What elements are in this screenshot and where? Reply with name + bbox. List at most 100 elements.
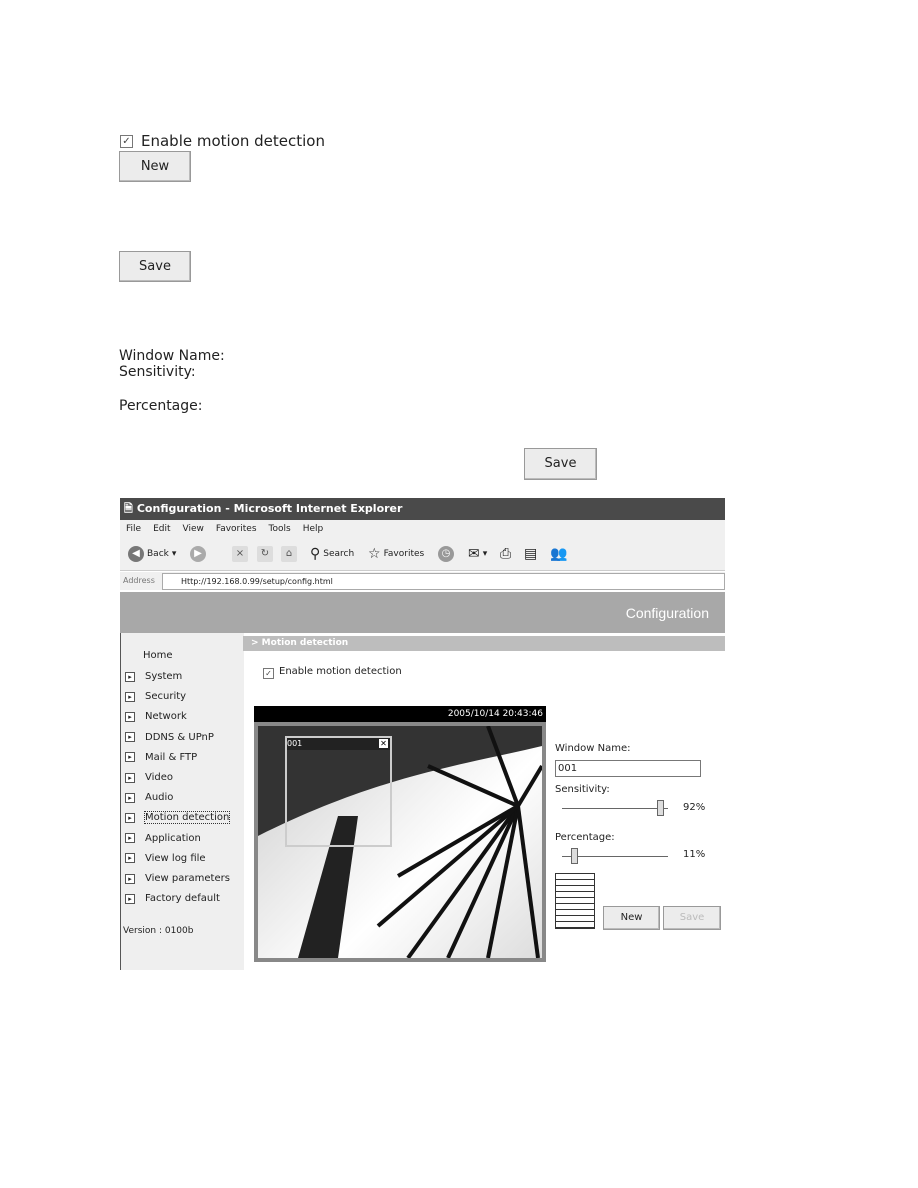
- arrow-icon: ▸: [125, 833, 135, 844]
- people-icon: 👥: [550, 546, 568, 562]
- save-window-button-disabled[interactable]: Save: [663, 906, 721, 930]
- sidebar-item-ddns-upnp[interactable]: ▸ DDNS & UPnP: [125, 732, 214, 743]
- motion-window-label: 001: [287, 739, 303, 748]
- sidebar-item-label: View parameters: [145, 873, 230, 884]
- sidebar-item-home[interactable]: Home: [143, 650, 173, 661]
- sidebar-item-system[interactable]: ▸ System: [125, 671, 182, 682]
- menu-view[interactable]: View: [183, 524, 204, 534]
- sidebar-item-audio[interactable]: ▸ Audio: [125, 792, 173, 803]
- sidebar-item-label: Factory default: [145, 893, 220, 905]
- sidebar-item-label: DDNS & UPnP: [145, 731, 214, 743]
- new-window-button[interactable]: New: [603, 906, 660, 930]
- refresh-icon: ↻: [257, 546, 273, 562]
- arrow-icon: ▸: [125, 732, 135, 743]
- sidebar: Home ▸ System ▸ Security ▸ Network ▸ DDNS & UPn…: [120, 633, 244, 970]
- enable-motion-label: Enable motion detection: [141, 132, 325, 150]
- title-bar: 🗎 Configuration - Microsoft Internet Expl…: [120, 498, 725, 520]
- menu-file[interactable]: File: [126, 524, 141, 534]
- sidebar-item-label: Mail & FTP: [145, 751, 198, 763]
- favorites-button[interactable]: ☆ Favorites: [368, 546, 424, 562]
- edit-icon: ▤: [524, 546, 538, 562]
- sidebar-item-view-parameters[interactable]: ▸ View parameters: [125, 873, 230, 884]
- favorites-label: Favorites: [383, 549, 425, 559]
- sidebar-item-motion-detection[interactable]: ▸ Motion detection: [125, 811, 231, 825]
- enable-motion-label-small: Enable motion detection: [279, 666, 402, 677]
- page-header: Configuration: [120, 592, 725, 633]
- sidebar-item-label: System: [145, 671, 183, 682]
- sidebar-item-video[interactable]: ▸ Video: [125, 772, 173, 783]
- sidebar-item-network[interactable]: ▸ Network: [125, 711, 187, 722]
- dropdown-icon: ▾: [171, 549, 177, 559]
- menu-favorites[interactable]: Favorites: [216, 524, 257, 534]
- menu-help[interactable]: Help: [303, 524, 324, 534]
- arrow-icon: ▸: [125, 893, 135, 904]
- sensitivity-slider-thumb[interactable]: [656, 800, 664, 816]
- enable-motion-checkbox-small[interactable]: ✓: [263, 668, 274, 679]
- motion-window-titlebar[interactable]: 001 ✕: [287, 738, 390, 750]
- menu-edit[interactable]: Edit: [153, 524, 170, 534]
- sidebar-item-mail-ftp[interactable]: ▸ Mail & FTP: [125, 752, 197, 763]
- history-button[interactable]: ◷: [438, 546, 454, 562]
- save-window-button[interactable]: Save: [524, 448, 597, 480]
- sensitivity-label-small: Sensitivity:: [555, 784, 610, 795]
- enable-motion-checkbox[interactable]: ✓: [120, 135, 133, 148]
- edit-button[interactable]: ▤: [524, 546, 537, 562]
- ie-icon: 🗎: [124, 502, 133, 515]
- arrow-icon: ▸: [125, 873, 135, 884]
- sensitivity-label: Sensitivity:: [119, 364, 196, 380]
- percentage-label: Percentage:: [119, 398, 203, 414]
- browser-screenshot: 🗎 Configuration - Microsoft Internet Expl…: [120, 498, 725, 970]
- url-input[interactable]: Http://192.168.0.99/setup/config.html: [162, 573, 725, 590]
- mail-button[interactable]: ✉ ▾: [468, 546, 487, 562]
- version-text: Version : 0100b: [123, 926, 194, 936]
- document-page: ✓ Enable motion detection New Save Windo…: [0, 0, 918, 1188]
- arrow-icon: ▸: [125, 671, 135, 682]
- arrow-icon: ▸: [125, 772, 135, 783]
- sidebar-item-view-log-file[interactable]: ▸ View log file: [125, 853, 206, 864]
- window-name-input[interactable]: 001: [555, 760, 701, 777]
- percentage-slider-thumb[interactable]: [570, 848, 578, 864]
- save-button[interactable]: Save: [119, 251, 191, 282]
- forward-arrow-icon: ▶: [190, 546, 206, 562]
- sidebar-item-label: Audio: [145, 792, 174, 804]
- percentage-slider[interactable]: [562, 856, 668, 857]
- search-label: Search: [323, 549, 355, 559]
- sidebar-item-factory-default[interactable]: ▸ Factory default: [125, 893, 220, 904]
- history-icon: ◷: [438, 546, 454, 562]
- back-button[interactable]: ◀ Back ▾: [128, 546, 176, 562]
- toolbar: ◀ Back ▾ ▶ × ↻ ⌂ ⚲ Search ☆ Favorites ◷ ✉ ▾ ⎙…: [120, 538, 725, 571]
- address-label: Address: [123, 576, 155, 585]
- window-list[interactable]: [555, 873, 595, 929]
- url-text: Http://192.168.0.99/setup/config.html: [181, 577, 333, 586]
- menu-tools[interactable]: Tools: [269, 524, 291, 534]
- header-title: Configuration: [625, 605, 709, 621]
- back-label: Back: [147, 549, 169, 559]
- arrow-icon: ▸: [125, 691, 135, 702]
- new-button[interactable]: New: [119, 151, 191, 182]
- home-button[interactable]: ⌂: [281, 546, 297, 562]
- sensitivity-slider[interactable]: [562, 808, 668, 809]
- video-preview: 2005/10/14 20:43:46 001 ✕: [254, 706, 546, 962]
- percentage-value: 11%: [683, 849, 706, 860]
- stop-button[interactable]: ×: [232, 546, 248, 562]
- messenger-button[interactable]: 👥: [550, 546, 567, 562]
- print-button[interactable]: ⎙: [500, 546, 511, 562]
- sidebar-item-application[interactable]: ▸ Application: [125, 833, 201, 844]
- refresh-button[interactable]: ↻: [257, 546, 273, 562]
- camera-image: 001 ✕: [258, 726, 542, 958]
- forward-button[interactable]: ▶: [190, 546, 206, 562]
- close-icon[interactable]: ✕: [379, 739, 388, 748]
- sidebar-item-label: Application: [145, 832, 201, 844]
- arrow-icon: ▸: [125, 812, 135, 823]
- timestamp: 2005/10/14 20:43:46: [254, 706, 546, 722]
- print-icon: ⎙: [500, 546, 512, 562]
- arrow-icon: ▸: [125, 792, 135, 803]
- address-bar: Address Http://192.168.0.99/setup/config…: [120, 572, 725, 590]
- search-button[interactable]: ⚲ Search: [310, 546, 354, 562]
- breadcrumb: > Motion detection: [243, 636, 725, 651]
- sidebar-item-security[interactable]: ▸ Security: [125, 691, 186, 702]
- motion-window[interactable]: 001 ✕: [285, 736, 392, 847]
- sidebar-item-label: View log file: [145, 852, 206, 864]
- arrow-icon: ▸: [125, 752, 135, 763]
- window-name-label: Window Name:: [119, 348, 225, 364]
